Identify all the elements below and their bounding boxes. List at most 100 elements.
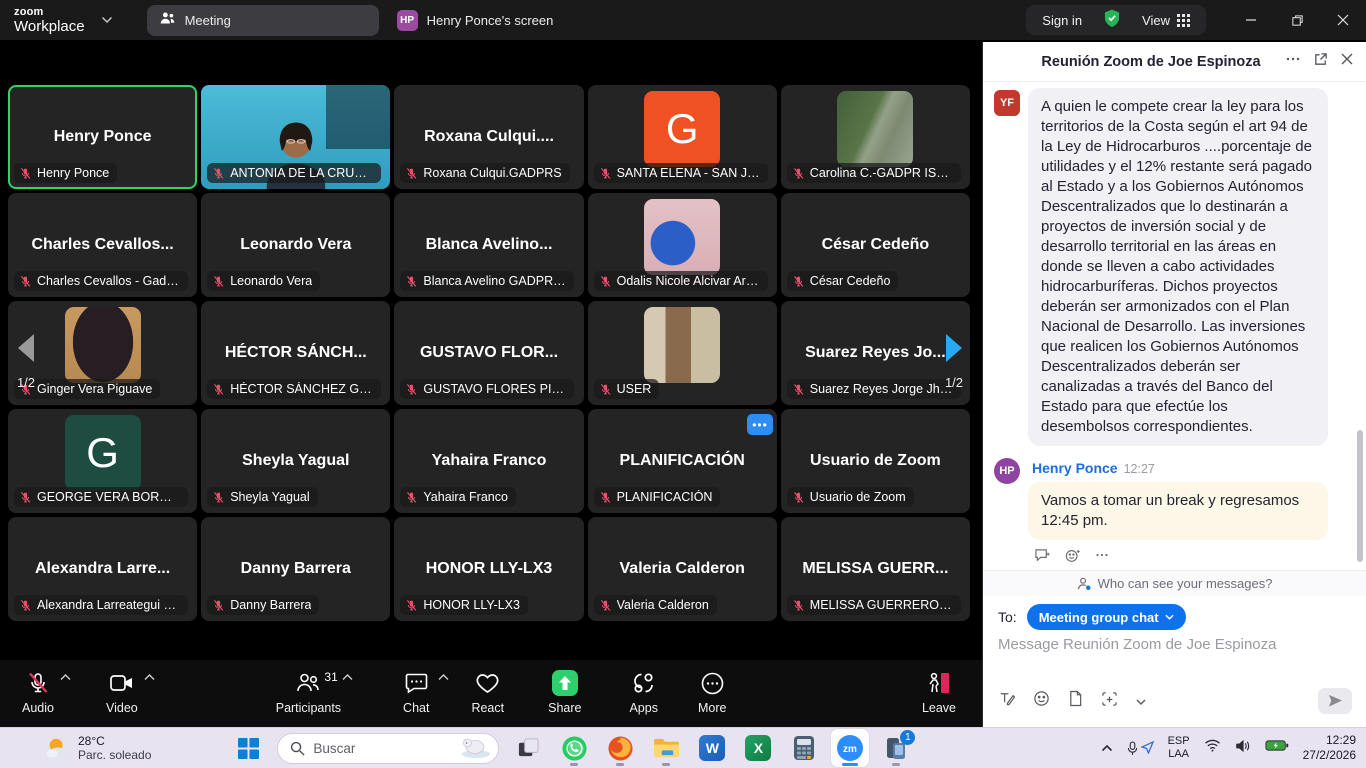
people-icon — [159, 11, 176, 29]
participant-grid: Henry PonceHenry PonceANTONIA DE LA CRUZ… — [8, 85, 970, 621]
participant-tile[interactable]: César CedeñoCésar Cedeño — [781, 193, 970, 297]
tab-henry-ponces-screen[interactable]: HP Henry Ponce's screen — [385, 5, 566, 36]
chat-close-icon[interactable] — [1340, 52, 1354, 71]
taskbar-app-calculator[interactable] — [785, 729, 823, 767]
participant-tile[interactable]: Sheyla YagualSheyla Yagual — [201, 409, 390, 513]
view-button[interactable]: View — [1142, 13, 1190, 28]
gallery-next-page-button[interactable]: 1/2 — [932, 332, 976, 390]
message-bubble[interactable]: A quien le compete crear la ley para los… — [1028, 88, 1328, 446]
message-bubble[interactable]: Vamos a tomar un break y regresamos 12:4… — [1028, 482, 1328, 540]
chat-button[interactable]: Chat — [403, 670, 429, 715]
participants-button[interactable]: 31Participants — [276, 670, 341, 715]
participant-tile[interactable]: Usuario de ZoomUsuario de Zoom — [781, 409, 970, 513]
recipient-selector[interactable]: Meeting group chat — [1027, 604, 1186, 630]
participant-tile[interactable]: GGEORGE VERA BORBOR — [8, 409, 197, 513]
chat-popout-icon[interactable] — [1313, 52, 1328, 72]
minimize-button[interactable] — [1228, 0, 1274, 40]
participant-tile[interactable]: GUSTAVO FLOR...GUSTAVO FLORES PIGUAVE — [394, 301, 583, 405]
taskbar-search[interactable] — [277, 733, 499, 764]
participant-tile[interactable]: ANTONIA DE LA CRUZ-GA... — [201, 85, 390, 189]
hidden-icons-chevron[interactable] — [1101, 739, 1113, 757]
search-input[interactable] — [313, 741, 433, 756]
participant-tile[interactable]: USER — [588, 301, 777, 405]
reply-icon[interactable] — [1034, 548, 1051, 568]
participant-tile[interactable]: Blanca Avelino...Blanca Avelino GADPR AN… — [394, 193, 583, 297]
participant-tile[interactable]: Danny BarreraDanny Barrera — [201, 517, 390, 621]
participant-tile[interactable]: Leonardo VeraLeonardo Vera — [201, 193, 390, 297]
windows-taskbar: 28°C Parc. soleado WXzm1 — [0, 727, 1366, 768]
weather-widget[interactable]: 28°C Parc. soleado — [44, 734, 151, 763]
audio-button[interactable]: Audio — [22, 670, 54, 715]
taskbar-app-excel[interactable]: X — [739, 729, 777, 767]
attach-file-icon[interactable] — [1068, 690, 1083, 712]
taskbar-app-firefox[interactable] — [601, 729, 639, 767]
participant-tile[interactable]: Roxana Culqui....Roxana Culqui.GADPRS — [394, 85, 583, 189]
battery-icon[interactable] — [1265, 739, 1289, 757]
participant-tile[interactable]: Henry PonceHenry Ponce — [8, 85, 197, 189]
participant-tile[interactable]: Valeria CalderonValeria Calderon — [588, 517, 777, 621]
restore-button[interactable] — [1274, 0, 1320, 40]
participant-tile[interactable]: Alexandra Larre...Alexandra Larreategui … — [8, 517, 197, 621]
start-button[interactable] — [229, 729, 267, 767]
chevron-down-icon[interactable] — [1136, 692, 1146, 710]
more-label: More — [698, 701, 726, 715]
sign-in-button[interactable]: Sign in — [1042, 13, 1082, 28]
message-more-icon[interactable] — [1095, 548, 1109, 568]
chevron-up-icon[interactable] — [438, 674, 449, 681]
participant-tile[interactable]: Carolina C.-GADPR ISLA SA... — [781, 85, 970, 189]
participant-tile[interactable]: HÉCTOR SÁNCH...HÉCTOR SÁNCHEZ GAD AT... — [201, 301, 390, 405]
clock[interactable]: 12:29 27/2/2026 — [1303, 733, 1356, 763]
participant-tile[interactable]: Yahaira FrancoYahaira Franco — [394, 409, 583, 513]
privacy-note[interactable]: Who can see your messages? — [983, 570, 1366, 596]
react-button[interactable]: React — [471, 670, 504, 715]
taskbar-app-explorer[interactable] — [647, 729, 685, 767]
mic-location-indicators[interactable] — [1127, 741, 1154, 756]
leave-icon — [926, 670, 952, 696]
participant-tile[interactable]: Odalis Nicole Alcivar Arias — [588, 193, 777, 297]
volume-icon[interactable] — [1235, 739, 1251, 758]
recipient-value: Meeting group chat — [1039, 610, 1159, 625]
chevron-up-icon[interactable] — [144, 674, 155, 681]
participant-tile[interactable]: HONOR LLY-LX3HONOR LLY-LX3 — [394, 517, 583, 621]
close-button[interactable] — [1320, 0, 1366, 40]
mic-muted-icon — [19, 167, 32, 180]
wifi-icon[interactable] — [1204, 739, 1221, 757]
chevron-up-icon[interactable] — [342, 674, 353, 681]
format-text-icon[interactable] — [998, 690, 1015, 712]
participant-tile[interactable]: GSANTA ELENA - SAN JOSÉ ... — [588, 85, 777, 189]
tab-meeting[interactable]: Meeting — [147, 5, 379, 36]
taskbar-app-taskview[interactable] — [509, 729, 547, 767]
emoji-icon[interactable] — [1033, 690, 1050, 712]
language-indicator[interactable]: ESP LAA — [1168, 735, 1190, 760]
participant-tile[interactable]: Charles Cevallos...Charles Cevallos - Ga… — [8, 193, 197, 297]
tile-more-options-button[interactable]: ••• — [747, 414, 773, 435]
security-shield-icon[interactable] — [1102, 8, 1122, 33]
share-button[interactable]: Share — [548, 670, 581, 715]
video-button[interactable]: Video — [106, 670, 138, 715]
gallery-prev-page-button[interactable]: 1/2 — [4, 332, 48, 390]
participant-label: GUSTAVO FLORES PIGUAVE — [423, 382, 566, 396]
add-reaction-icon[interactable] — [1065, 548, 1081, 568]
view-label: View — [1142, 13, 1170, 28]
chat-scrollbar[interactable] — [1357, 430, 1363, 562]
screen-capture-icon[interactable] — [1101, 691, 1118, 712]
chat-message-list[interactable]: YFA quien le compete crear la ley para l… — [983, 86, 1366, 570]
participant-name-pill: USER — [594, 379, 660, 399]
chat-more-icon[interactable] — [1285, 51, 1301, 72]
participant-tile[interactable]: MELISSA GUERR...MELISSA GUERRERO GADP... — [781, 517, 970, 621]
taskbar-app-zoom[interactable]: zm — [831, 729, 869, 767]
taskbar-app-whatsapp[interactable] — [555, 729, 593, 767]
chevron-up-icon[interactable] — [60, 674, 71, 681]
taskbar-app-phonelink[interactable]: 1 — [877, 729, 915, 767]
taskbar-app-word[interactable]: W — [693, 729, 731, 767]
message-input[interactable] — [998, 636, 1351, 653]
running-indicator — [570, 763, 578, 766]
weather-desc: Parc. soleado — [78, 748, 151, 762]
logo-zoom: zoom — [14, 7, 85, 18]
send-button[interactable] — [1318, 688, 1352, 714]
chevron-down-icon[interactable] — [101, 16, 113, 24]
leave-button[interactable]: Leave — [922, 670, 956, 715]
message-sender[interactable]: Henry Ponce12:27 — [1032, 460, 1155, 476]
more-button[interactable]: More — [698, 670, 726, 715]
apps-button[interactable]: Apps — [629, 670, 658, 715]
